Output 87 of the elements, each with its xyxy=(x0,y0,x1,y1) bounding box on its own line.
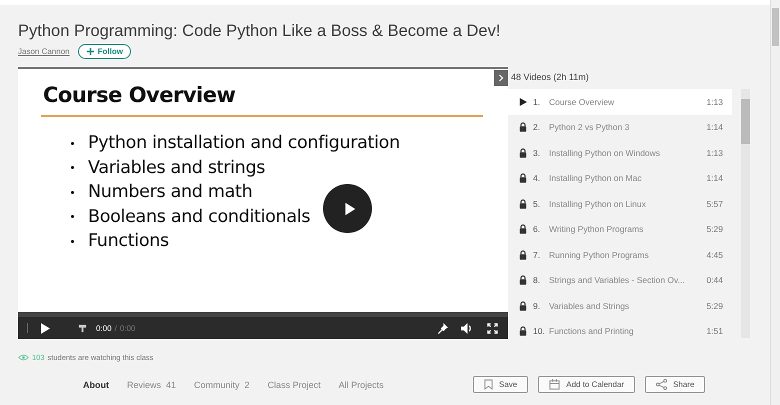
time-separator: / xyxy=(114,324,117,332)
slide-bullet: Python installation and configuration xyxy=(88,132,400,155)
lesson-item[interactable]: 10. Functions and Printing 1:51 xyxy=(508,318,732,344)
lesson-number: 5. xyxy=(533,198,542,209)
lock-icon xyxy=(519,122,527,132)
lesson-item[interactable]: 2. Python 2 vs Python 3 1:14 xyxy=(508,114,732,140)
tab[interactable]: About xyxy=(83,380,109,390)
lesson-number: 4. xyxy=(533,173,542,184)
lesson-duration: 0:44 xyxy=(706,275,723,286)
save-button[interactable]: Save xyxy=(473,376,528,393)
plus-icon xyxy=(86,47,95,56)
bullet-icon xyxy=(71,240,74,243)
fullscreen-icon[interactable] xyxy=(487,322,498,334)
lesson-title: Installing Python on Mac xyxy=(549,173,643,184)
chevron-right-icon xyxy=(498,74,504,82)
playlist-header: 48 Videos (2h 11m) xyxy=(510,71,590,84)
current-time: 0:00 xyxy=(96,324,112,332)
lesson-title: Running Python Programs xyxy=(549,250,650,260)
lesson-item[interactable]: 5. Installing Python on Linux 5:57 xyxy=(508,191,732,216)
lesson-duration: 5:57 xyxy=(706,198,723,209)
lesson-duration: 5:29 xyxy=(706,300,723,311)
lesson-duration: 1:13 xyxy=(706,96,723,107)
lock-icon xyxy=(519,224,527,234)
play-button[interactable] xyxy=(323,184,372,233)
bullet-icon xyxy=(71,142,74,145)
lesson-item[interactable]: 6. Writing Python Programs 5:29 xyxy=(508,216,732,242)
bullet-icon xyxy=(71,166,74,170)
lesson-title: Python 2 vs Python 3 xyxy=(549,122,630,132)
lesson-number: 8. xyxy=(533,275,542,286)
bullet-icon xyxy=(71,190,74,194)
slide-bullet: Booleans and conditionals xyxy=(88,206,310,228)
lesson-number: 6. xyxy=(533,224,542,234)
lesson-item[interactable]: 4. Installing Python on Mac 1:14 xyxy=(508,166,732,191)
lesson-number: 1. xyxy=(533,96,542,107)
play-icon xyxy=(519,98,527,106)
lock-icon xyxy=(519,173,527,184)
slide-bullet: Numbers and math xyxy=(88,181,252,204)
lesson-duration: 1:13 xyxy=(706,148,723,158)
lesson-number: 9. xyxy=(533,300,542,311)
lesson-number: 3. xyxy=(533,148,542,158)
lock-icon xyxy=(519,250,527,260)
lesson-item[interactable]: 8. Strings and Variables - Section Ov... 0:44 xyxy=(508,268,732,293)
bullet-icon xyxy=(71,215,74,218)
lesson-title: Functions and Printing xyxy=(549,326,635,336)
follow-button[interactable]: Follow xyxy=(78,44,131,59)
lock-icon xyxy=(519,148,527,158)
lesson-number: 2. xyxy=(533,122,542,132)
total-time: 0:00 xyxy=(120,324,136,332)
class-title: Python Programming: Code Python Like a Boss & Become a Dev! xyxy=(18,21,502,42)
lesson-item[interactable]: 3. Installing Python on Windows 1:13 xyxy=(508,140,732,166)
lesson-duration: 1:51 xyxy=(706,326,723,336)
scrollbar[interactable] xyxy=(741,89,750,338)
lock-icon xyxy=(519,275,527,286)
lock-icon xyxy=(519,300,527,311)
lesson-title: Strings and Variables - Section Ov... xyxy=(549,275,686,286)
lesson-item[interactable]: 1. Course Overview 1:13 xyxy=(508,89,732,114)
lesson-number: 10. xyxy=(533,326,546,336)
bookmark-icon xyxy=(484,379,493,390)
lesson-duration: 5:29 xyxy=(706,224,723,234)
pin-icon[interactable] xyxy=(437,322,448,334)
lesson-title: Installing Python on Linux xyxy=(549,198,647,209)
lesson-item[interactable]: 9. Variables and Strings 5:29 xyxy=(508,293,732,318)
lock-icon xyxy=(519,326,527,336)
progress-track[interactable] xyxy=(18,312,508,317)
calendar-button[interactable]: Add to Calendar xyxy=(538,376,636,393)
slide-title: Course Overview xyxy=(43,83,236,107)
play-icon[interactable] xyxy=(41,322,50,334)
collapse-button[interactable] xyxy=(494,70,508,86)
lesson-duration: 1:14 xyxy=(706,173,723,184)
lesson-duration: 1:14 xyxy=(706,122,723,132)
lesson-title: Variables and Strings xyxy=(549,300,630,311)
lesson-item[interactable]: 7. Running Python Programs 4:45 xyxy=(508,242,732,268)
share-icon xyxy=(656,379,668,390)
calendar-icon xyxy=(549,379,560,390)
eye-icon xyxy=(18,354,29,361)
slide-bullet: Variables and strings xyxy=(88,156,266,180)
lesson-title: Writing Python Programs xyxy=(549,224,644,234)
lock-icon xyxy=(519,198,527,209)
slide-bullet: Functions xyxy=(88,230,169,253)
lesson-number: 7. xyxy=(533,250,542,260)
share-button[interactable]: Share xyxy=(645,376,706,393)
author-link[interactable]: Jason Cannon xyxy=(18,47,70,56)
lesson-duration: 4:45 xyxy=(706,250,723,260)
volume-icon[interactable] xyxy=(461,322,474,334)
lesson-title: Installing Python on Windows xyxy=(549,148,662,158)
lesson-title: Course Overview xyxy=(549,96,616,107)
scrollbar[interactable] xyxy=(770,0,780,405)
